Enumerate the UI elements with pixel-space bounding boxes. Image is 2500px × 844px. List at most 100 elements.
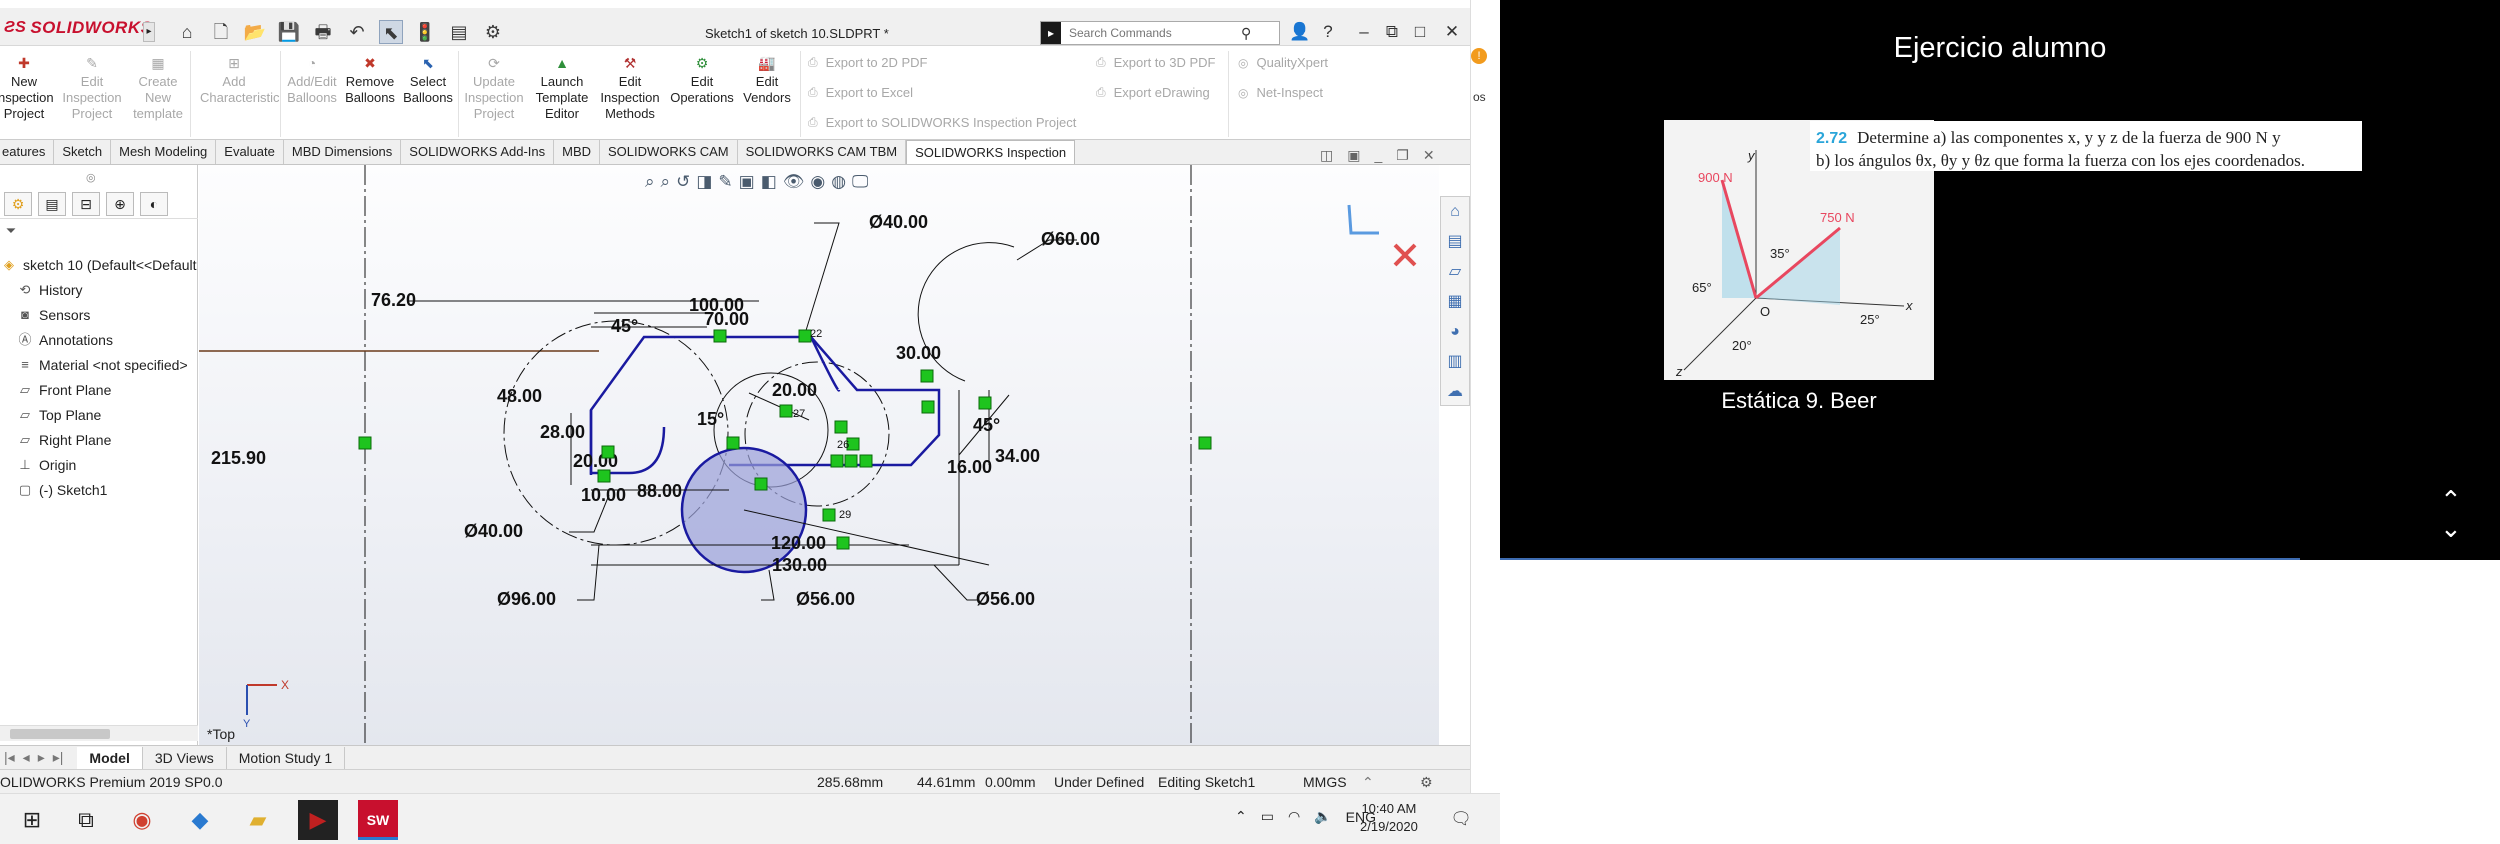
relation-marker[interactable] [601, 445, 615, 459]
tree-item-sensors[interactable]: ◙ Sensors [16, 307, 90, 323]
solidworks-logo[interactable]: ƧS SOLIDWORKS [4, 16, 152, 40]
view-settings-icon[interactable]: 🖵 [852, 172, 868, 192]
windows-start-icon[interactable]: ⊞ [12, 800, 52, 840]
battery-icon[interactable]: ▭ [1261, 808, 1274, 825]
feature-tree-icon[interactable]: ⚙ [4, 191, 32, 216]
qualityxpert-link[interactable]: ◎ QualityXpert [1238, 55, 1328, 70]
export-3d-pdf-link[interactable]: ⎙ Export to 3D PDF [1096, 55, 1215, 70]
new-inspection-project-button[interactable]: ✚ New Inspection Project [0, 55, 58, 122]
edit-appearance-icon[interactable]: ◉ [810, 172, 825, 192]
dim-d40-left[interactable]: Ø40.00 [464, 521, 523, 541]
dim-20a[interactable]: 20.00 [772, 380, 817, 400]
forum-icon[interactable]: ☁ [1444, 381, 1466, 403]
dim-130[interactable]: 130.00 [772, 555, 827, 575]
sketch-drawing[interactable]: Ø40.00 Ø60.00 76.20 100.00 70.00 45° 30.… [189, 165, 1439, 745]
close-button[interactable]: ✕ [1440, 20, 1464, 44]
dimxpert-icon[interactable]: ⊕ [106, 191, 134, 216]
print-icon[interactable]: 🖶 [311, 20, 335, 44]
relation-marker[interactable] [358, 436, 372, 450]
tab-inspection[interactable]: SOLIDWORKS Inspection [906, 140, 1076, 164]
graphics-area[interactable]: Ø40.00 Ø60.00 76.20 100.00 70.00 45° 30.… [189, 165, 1439, 745]
units-dropdown-icon[interactable]: ⌃ [1362, 774, 1374, 791]
tab-cam-tbm[interactable]: SOLIDWORKS CAM TBM [738, 140, 907, 164]
zoom-area-icon[interactable]: ⌕ [661, 172, 671, 192]
tree-item-right-plane[interactable]: ▱ Right Plane [16, 432, 111, 448]
tab-addins[interactable]: SOLIDWORKS Add-Ins [401, 140, 555, 164]
tab-motion-study[interactable]: Motion Study 1 [227, 746, 346, 769]
search-input[interactable] [1061, 26, 1241, 40]
menu-expand-arrow[interactable]: ▸ [143, 22, 155, 42]
edit-inspection-methods-button[interactable]: ⚒ Edit Inspection Methods [596, 55, 664, 122]
relation-marker[interactable] [920, 369, 934, 383]
dim-34[interactable]: 34.00 [995, 446, 1040, 466]
relation-marker[interactable] [597, 469, 611, 483]
scrollbar-thumb[interactable] [10, 729, 110, 739]
dim-d96[interactable]: Ø96.00 [497, 589, 556, 609]
dim-215[interactable]: 215.90 [211, 448, 266, 468]
tree-item-origin[interactable]: ⊥ Origin [16, 457, 76, 473]
relation-marker[interactable] [754, 477, 768, 491]
relation-marker[interactable] [1198, 436, 1212, 450]
net-inspect-link[interactable]: ◎ Net-Inspect [1238, 85, 1323, 100]
customize-status-icon[interactable]: ⚙ [1420, 774, 1433, 791]
tab-scroll-next[interactable]: ▸ [34, 749, 49, 766]
tree-item-front-plane[interactable]: ▱ Front Plane [16, 382, 111, 398]
tree-item-top-plane[interactable]: ▱ Top Plane [16, 407, 101, 423]
select-balloons-button[interactable]: ⬉ Select Balloons [394, 55, 462, 106]
filter-icon[interactable]: ⏷ [2, 223, 20, 239]
user-icon[interactable]: 👤 [1288, 20, 1312, 44]
search-commands[interactable]: ▸ ⚲ [1040, 21, 1280, 45]
viewport-close-icon[interactable]: ✕ [1423, 147, 1435, 164]
create-new-template-button[interactable]: ▦ Create New template [124, 55, 192, 122]
property-manager-icon[interactable]: ▤ [38, 191, 66, 216]
hide-show-icon[interactable]: 👁 [783, 172, 805, 192]
relation-marker[interactable] [921, 400, 935, 414]
tab-sketch[interactable]: Sketch [54, 140, 112, 164]
dim-28[interactable]: 28.00 [540, 422, 585, 442]
export-2d-pdf-link[interactable]: ⎙ Export to 2D PDF [808, 55, 927, 70]
relation-marker[interactable] [834, 420, 848, 434]
tab-mbd[interactable]: MBD [554, 140, 601, 164]
viewport-split-icon[interactable]: ◫ [1320, 147, 1333, 164]
volume-icon[interactable]: 🔈 [1314, 808, 1331, 825]
tab-cam[interactable]: SOLIDWORKS CAM [600, 140, 738, 164]
file-explorer-icon[interactable]: ▱ [1444, 261, 1466, 283]
viewport-minimize-icon[interactable]: _ [1374, 147, 1382, 164]
search-scope-icon[interactable]: ▸ [1041, 22, 1061, 44]
tab-features[interactable]: eatures [0, 140, 55, 164]
custom-properties-icon[interactable]: ▥ [1444, 351, 1466, 373]
update-inspection-project-button[interactable]: ⟳ Update Inspection Project [460, 55, 528, 122]
unit-system[interactable]: MMGS [1303, 774, 1347, 790]
wifi-icon[interactable]: ◠ [1288, 808, 1300, 825]
relation-marker[interactable] [713, 329, 727, 343]
relation-marker[interactable] [836, 536, 850, 550]
display-manager-icon[interactable]: ◐ [140, 191, 168, 216]
dim-10[interactable]: 10.00 [581, 485, 626, 505]
task-view-icon[interactable]: ⧉ [66, 800, 106, 840]
tab-scroll-last[interactable]: ▸| [49, 749, 78, 766]
display-style-icon[interactable]: ◧ [761, 172, 777, 192]
dim-88[interactable]: 88.00 [637, 481, 682, 501]
help-icon[interactable]: ? [1316, 20, 1340, 44]
solidworks-taskbar-icon[interactable]: SW [358, 800, 398, 840]
dim-d60[interactable]: Ø60.00 [1041, 229, 1100, 249]
tab-scroll-prev[interactable]: ◂ [19, 749, 34, 766]
zoom-to-fit-icon[interactable]: ⌕ [645, 172, 655, 192]
relation-marker[interactable] [779, 404, 793, 418]
app-taskbar-icon[interactable]: ▶ [298, 800, 338, 840]
edit-operations-button[interactable]: ⚙ Edit Operations [668, 55, 736, 106]
export-excel-link[interactable]: ⎙ Export to Excel [808, 85, 913, 100]
dim-48[interactable]: 48.00 [497, 386, 542, 406]
relation-marker[interactable] [859, 454, 873, 468]
tree-item-history[interactable]: ⟲ History [16, 282, 83, 298]
view-palette-icon[interactable]: ▦ [1444, 291, 1466, 313]
export-edrawing-link[interactable]: ⎙ Export eDrawing [1096, 85, 1210, 100]
dynamic-annotation-icon[interactable]: ✎ [718, 172, 732, 192]
tree-item-annotations[interactable]: Ⓐ Annotations [16, 332, 112, 348]
apply-scene-icon[interactable]: ◍ [831, 172, 846, 192]
dim-angle-45a[interactable]: 45° [611, 316, 638, 336]
action-center-icon[interactable]: 🗨 [1448, 806, 1474, 832]
relation-marker[interactable] [822, 508, 836, 522]
undo-icon[interactable]: ↶ [345, 20, 369, 44]
slide-down-chevron-icon[interactable]: ⌄ [2440, 514, 2462, 542]
